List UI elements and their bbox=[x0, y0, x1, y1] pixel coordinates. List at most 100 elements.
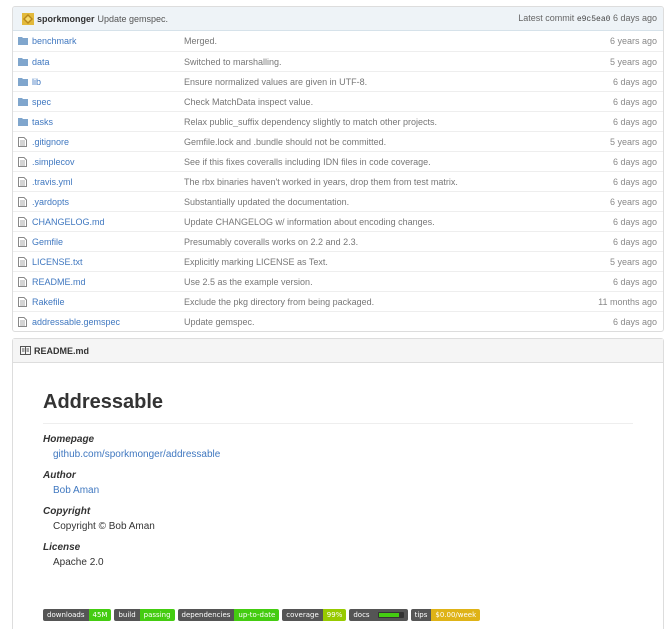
file-row[interactable]: tasks Relax public_suffix dependency slig… bbox=[13, 111, 663, 131]
folder-icon bbox=[18, 36, 28, 46]
file-commit-message[interactable]: Update CHANGELOG w/ information about en… bbox=[184, 217, 553, 227]
badge-label: tips bbox=[410, 609, 432, 621]
file-row[interactable]: spec Check MatchData inspect value. 6 days… bbox=[13, 91, 663, 111]
file-list: benchmark Merged. 6 years ago data Switched … bbox=[13, 31, 663, 331]
readme-field-term: License bbox=[43, 542, 81, 553]
readme-field-link[interactable]: github.com/sporkmonger/addressable bbox=[53, 449, 220, 460]
folder-icon bbox=[18, 97, 28, 107]
file-name-link[interactable]: README.md bbox=[32, 277, 184, 287]
file-age: 6 days ago bbox=[612, 216, 657, 227]
badge-value: $0.00/week bbox=[431, 609, 481, 621]
latest-commit-info: Latest commit e9c5ea0 6 days ago bbox=[518, 13, 657, 24]
file-icon bbox=[18, 316, 28, 327]
file-row[interactable]: data Switched to marshalling. 5 years ago bbox=[13, 51, 663, 71]
badge-tips[interactable]: tips $0.00/week bbox=[410, 609, 481, 621]
file-icon bbox=[18, 196, 28, 207]
readme-panel: README.md Addressable Homepage github.com… bbox=[12, 338, 664, 629]
readme-field-value: github.com/sporkmonger/addressable bbox=[43, 449, 633, 460]
file-name-link[interactable]: spec bbox=[32, 97, 184, 107]
readme-field-link[interactable]: Bob Aman bbox=[53, 485, 99, 496]
file-name-link[interactable]: .simplecov bbox=[32, 157, 184, 167]
file-commit-message[interactable]: Gemfile.lock and .bundle should not be c… bbox=[184, 137, 553, 147]
readme-field-term: Author bbox=[43, 470, 76, 481]
badge-docs[interactable]: docs bbox=[349, 609, 408, 621]
file-name-link[interactable]: Gemfile bbox=[32, 237, 184, 247]
file-commit-message[interactable]: Check MatchData inspect value. bbox=[184, 97, 553, 107]
badge-dependencies[interactable]: dependencies up-to-date bbox=[177, 609, 280, 621]
file-commit-message[interactable]: Merged. bbox=[184, 36, 553, 46]
file-commit-message[interactable]: Use 2.5 as the example version. bbox=[184, 277, 553, 287]
file-row[interactable]: Gemfile Presumably coveralls works on 2.2… bbox=[13, 231, 663, 251]
file-name-link[interactable]: CHANGELOG.md bbox=[32, 217, 184, 227]
file-row[interactable]: benchmark Merged. 6 years ago bbox=[13, 31, 663, 51]
file-icon bbox=[18, 136, 28, 147]
file-icon bbox=[18, 276, 28, 287]
file-age: 6 days ago bbox=[612, 76, 657, 87]
file-name-link[interactable]: LICENSE.txt bbox=[32, 257, 184, 267]
file-row[interactable]: CHANGELOG.md Update CHANGELOG w/ informat… bbox=[13, 211, 663, 231]
file-row[interactable]: .gitignore Gemfile.lock and .bundle shoul… bbox=[13, 131, 663, 151]
file-age: 6 days ago bbox=[612, 116, 657, 127]
file-name-link[interactable]: Rakefile bbox=[32, 297, 184, 307]
file-row[interactable]: .simplecov See if this fixes coveralls in… bbox=[13, 151, 663, 171]
file-name-link[interactable]: addressable.gemspec bbox=[32, 317, 184, 327]
badge-value: 45M bbox=[88, 609, 112, 621]
file-commit-message[interactable]: See if this fixes coveralls including ID… bbox=[184, 157, 553, 167]
file-icon bbox=[18, 156, 28, 167]
readme-filename: README.md bbox=[34, 345, 90, 356]
file-age: 6 years ago bbox=[609, 36, 657, 46]
commit-message[interactable]: Update gemspec. bbox=[98, 14, 169, 24]
file-row[interactable]: LICENSE.txt Explicitly marking LICENSE as… bbox=[13, 251, 663, 271]
file-row[interactable]: README.md Use 2.5 as the example version.… bbox=[13, 271, 663, 291]
badge-label: downloads bbox=[43, 609, 89, 621]
file-name-link[interactable]: data bbox=[32, 57, 184, 67]
file-icon bbox=[18, 216, 28, 227]
readme-title: Addressable bbox=[43, 391, 633, 424]
book-icon bbox=[20, 346, 31, 355]
file-commit-message[interactable]: Relax public_suffix dependency slightly … bbox=[184, 117, 553, 127]
file-row[interactable]: lib Ensure normalized values are given in… bbox=[13, 71, 663, 91]
badge-value: 99% bbox=[322, 609, 347, 621]
file-age: 6 days ago bbox=[612, 156, 657, 167]
badge-label: coverage bbox=[282, 609, 323, 621]
file-commit-message[interactable]: Exclude the pkg directory from being pac… bbox=[184, 297, 553, 307]
file-name-link[interactable]: benchmark bbox=[32, 36, 184, 46]
badge-downloads[interactable]: downloads 45M bbox=[43, 609, 112, 621]
file-commit-message[interactable]: Switched to marshalling. bbox=[184, 57, 553, 67]
file-row[interactable]: .yardopts Substantially updated the docum… bbox=[13, 191, 663, 211]
badge-build[interactable]: build passing bbox=[114, 609, 175, 621]
file-age: 6 years ago bbox=[609, 196, 657, 207]
avatar[interactable] bbox=[22, 12, 34, 25]
readme-field-term: Copyright bbox=[43, 506, 91, 517]
readme-header: README.md bbox=[13, 339, 663, 363]
file-commit-message[interactable]: Substantially updated the documentation. bbox=[184, 197, 553, 207]
file-row[interactable]: Rakefile Exclude the pkg directory from b… bbox=[13, 291, 663, 311]
badge-label: dependencies bbox=[177, 609, 235, 621]
file-row[interactable]: .travis.yml The rbx binaries haven't work… bbox=[13, 171, 663, 191]
commit-sha[interactable]: e9c5ea0 bbox=[577, 15, 611, 24]
file-name-link[interactable]: lib bbox=[32, 77, 184, 87]
badge-label: build bbox=[114, 609, 140, 621]
file-age: 5 years ago bbox=[609, 256, 657, 267]
file-name-link[interactable]: tasks bbox=[32, 117, 184, 127]
file-name-link[interactable]: .travis.yml bbox=[32, 177, 184, 187]
readme-field-value: Apache 2.0 bbox=[53, 557, 104, 568]
file-name-link[interactable]: .yardopts bbox=[32, 197, 184, 207]
file-commit-message[interactable]: The rbx binaries haven't worked in years… bbox=[184, 177, 553, 187]
file-row[interactable]: addressable.gemspec Update gemspec. 6 days… bbox=[13, 311, 663, 331]
folder-icon bbox=[18, 77, 28, 87]
file-commit-message[interactable]: Presumably coveralls works on 2.2 and 2.… bbox=[184, 237, 553, 247]
file-browser: sporkmonger Update gemspec. Latest commi… bbox=[12, 6, 664, 332]
readme-field-term: Homepage bbox=[43, 434, 95, 445]
file-age: 5 years ago bbox=[609, 136, 657, 147]
readme-content: Addressable Homepage github.com/sporkmong… bbox=[13, 363, 663, 568]
file-icon bbox=[18, 256, 28, 267]
file-age: 6 days ago bbox=[612, 276, 657, 287]
file-commit-message[interactable]: Update gemspec. bbox=[184, 317, 553, 327]
file-commit-message[interactable]: Ensure normalized values are given in UT… bbox=[184, 77, 553, 87]
file-commit-message[interactable]: Explicitly marking LICENSE as Text. bbox=[184, 257, 553, 267]
badge-value: passing bbox=[139, 609, 175, 621]
badge-coverage[interactable]: coverage 99% bbox=[282, 609, 347, 621]
commit-author[interactable]: sporkmonger bbox=[37, 14, 95, 24]
file-name-link[interactable]: .gitignore bbox=[32, 137, 184, 147]
